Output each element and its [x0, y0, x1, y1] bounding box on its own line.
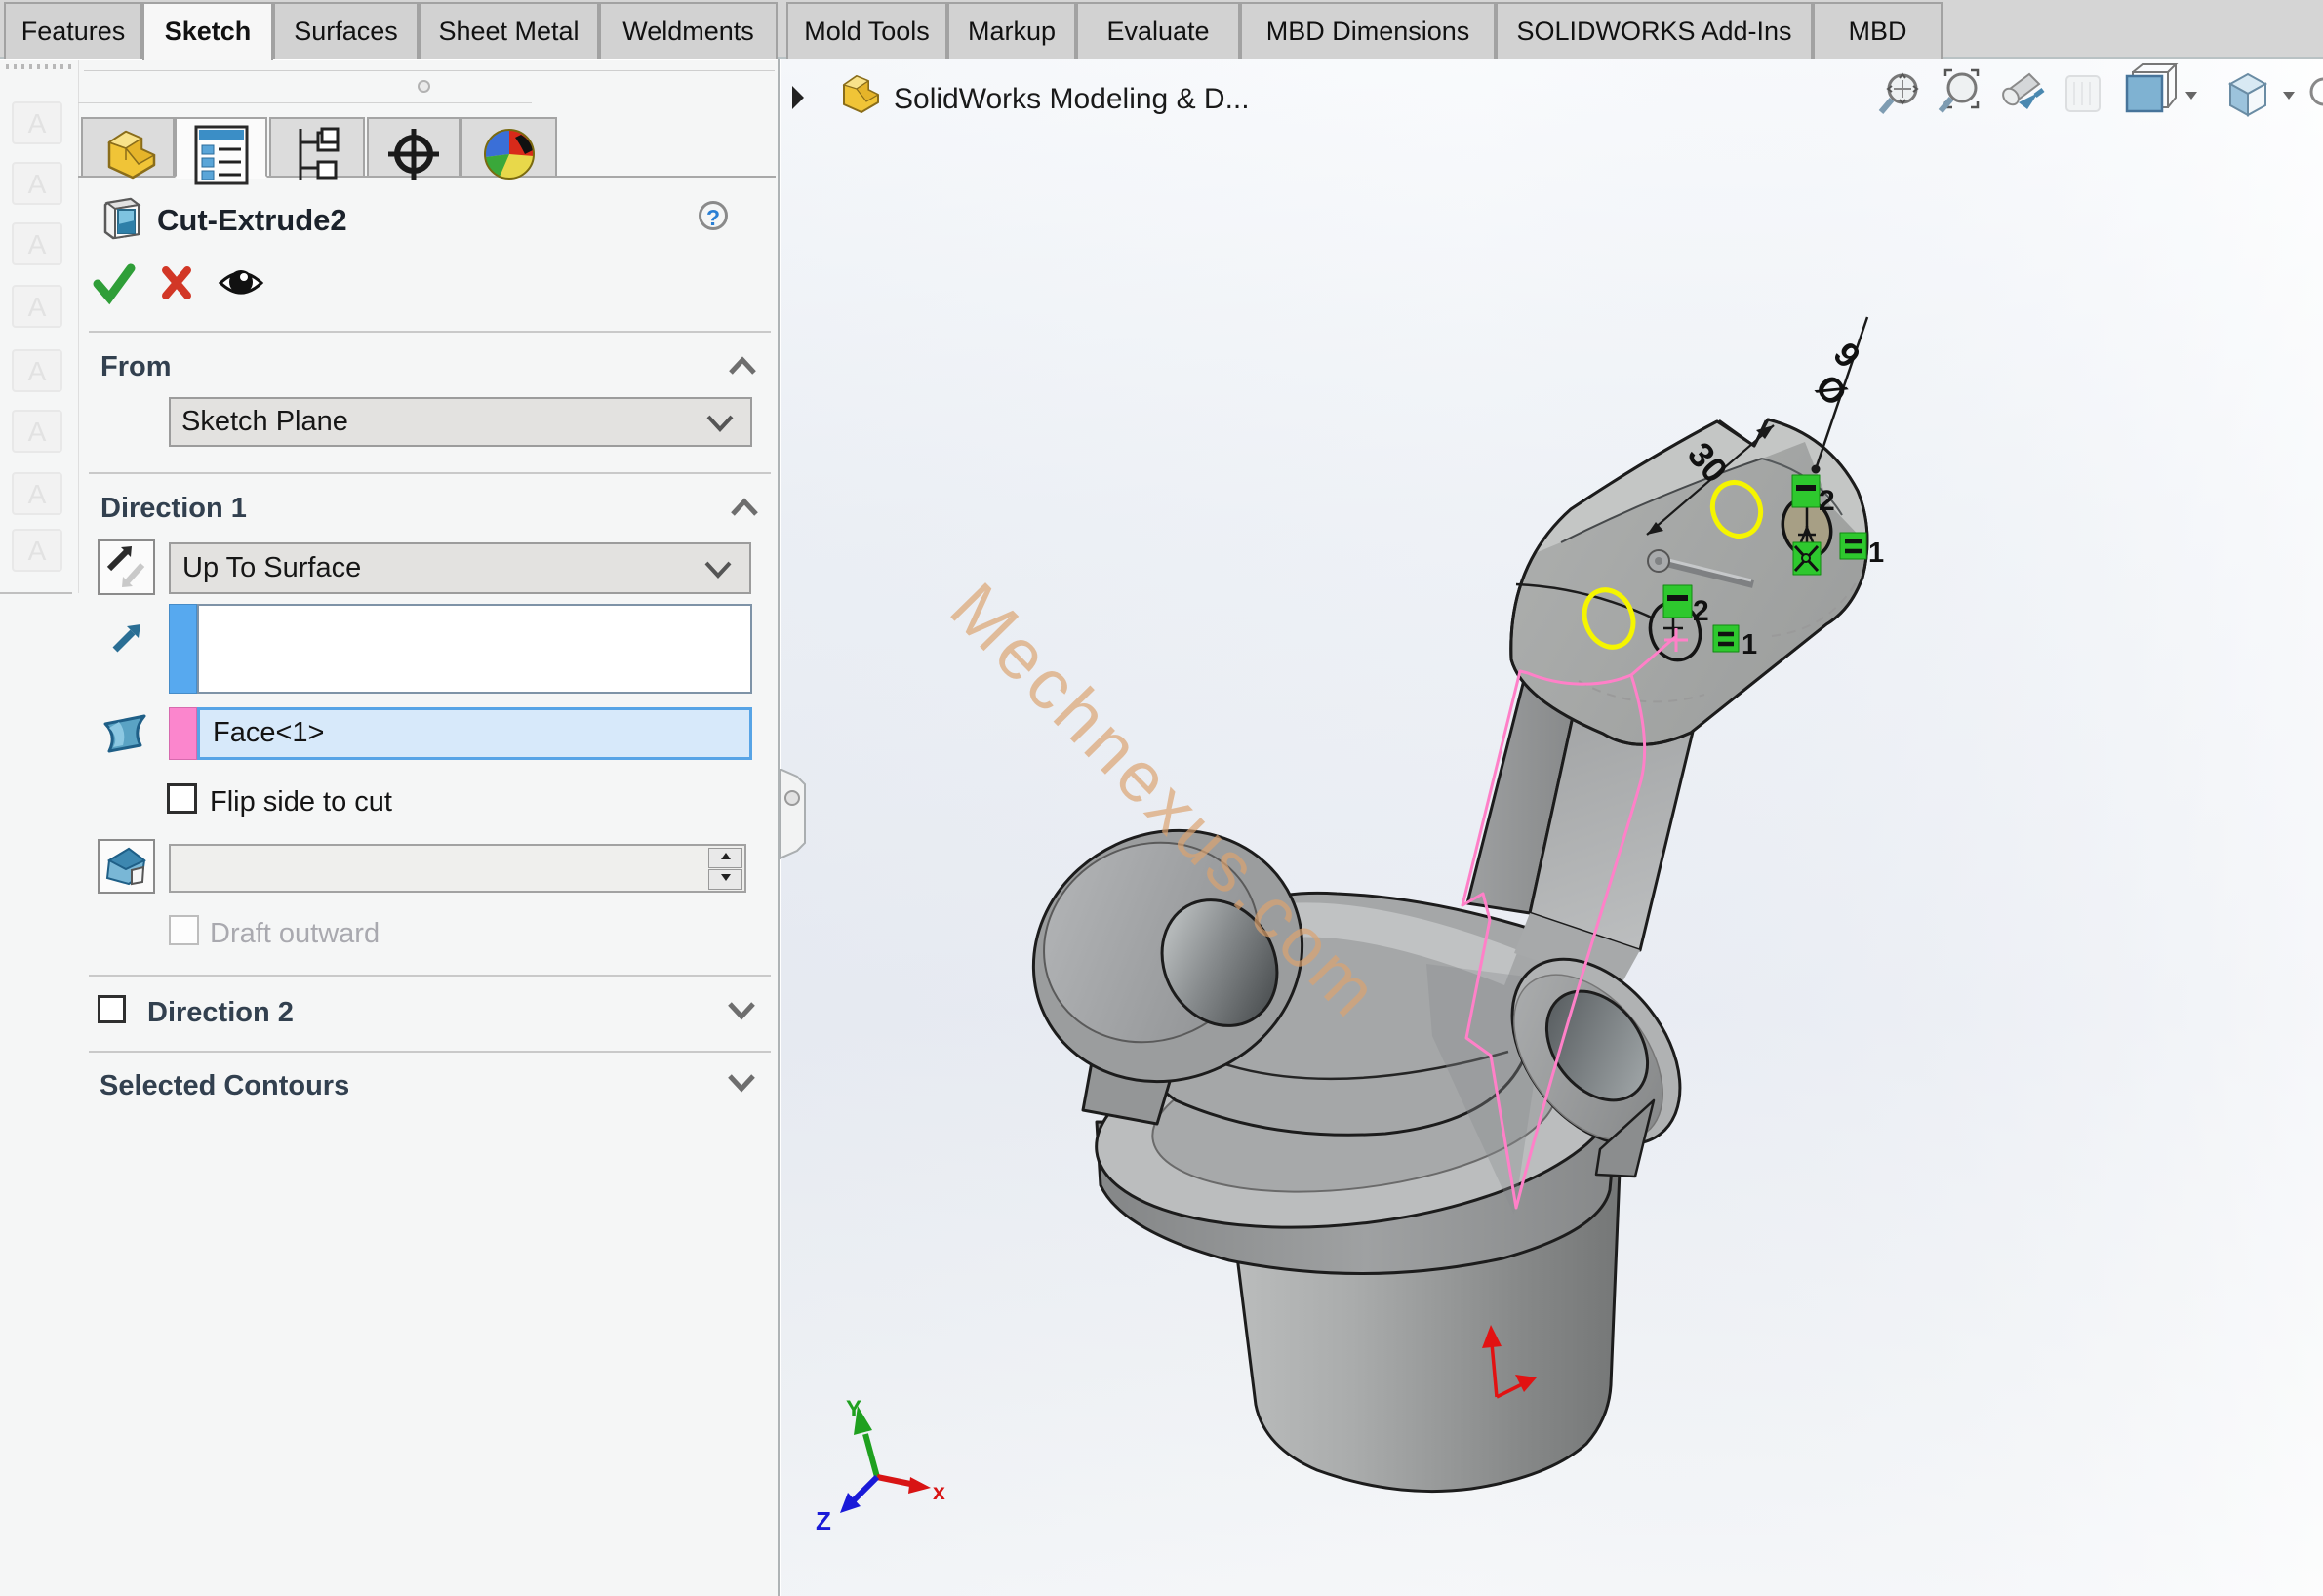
svg-text:x: x — [933, 1479, 945, 1504]
svg-text:1: 1 — [1868, 538, 1884, 569]
svg-text:2: 2 — [1819, 485, 1835, 517]
svg-text:1: 1 — [1742, 629, 1757, 660]
svg-text:Y: Y — [846, 1396, 861, 1422]
svg-text:Z: Z — [816, 1506, 831, 1536]
svg-text:SolidWorks Modeling & D...: SolidWorks Modeling & D... — [894, 83, 1250, 115]
svg-text:2: 2 — [1693, 595, 1709, 627]
